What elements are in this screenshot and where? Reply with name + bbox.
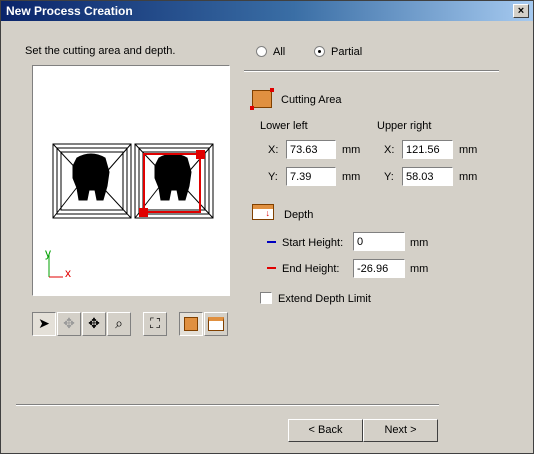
dialog-window: New Process Creation × Set the cutting a… — [0, 0, 534, 454]
fit-view-button[interactable]: ⛶ — [143, 312, 167, 336]
next-button[interactable]: Next > — [363, 419, 438, 442]
cutting-area-tool-button[interactable] — [179, 312, 203, 336]
mode-separator — [244, 70, 499, 72]
back-button[interactable]: < Back — [288, 419, 363, 442]
partial-radio-label: Partial — [331, 46, 363, 58]
cutting-area-icon — [250, 88, 274, 110]
title-bar: New Process Creation × — [1, 1, 533, 21]
select-tool-button[interactable]: ➤ — [32, 312, 56, 336]
instruction-text: Set the cutting area and depth. — [25, 45, 176, 57]
upper-right-y-label: Y: — [384, 171, 394, 183]
preview-canvas[interactable]: y x — [32, 65, 230, 296]
all-radio[interactable] — [256, 46, 267, 57]
depth-icon: ↓ — [252, 204, 274, 220]
footer-separator — [16, 404, 439, 406]
left-part — [52, 143, 132, 219]
lower-left-y-unit: mm — [342, 171, 361, 183]
lower-left-heading: Lower left — [260, 120, 308, 132]
lower-left-x-label: X: — [268, 144, 279, 156]
lower-left-y-input[interactable] — [286, 167, 336, 186]
lower-left-x-input[interactable] — [286, 140, 336, 159]
upper-right-x-label: X: — [384, 144, 395, 156]
upper-right-y-unit: mm — [459, 171, 478, 183]
window-title: New Process Creation — [6, 4, 133, 18]
start-height-input[interactable] — [353, 232, 405, 251]
end-height-unit: mm — [410, 263, 429, 275]
partial-radio[interactable] — [314, 46, 325, 57]
depth-tool-button[interactable] — [204, 312, 228, 336]
upper-right-heading: Upper right — [377, 120, 432, 132]
lower-left-x-unit: mm — [342, 144, 361, 156]
pan-tool-button[interactable]: ✥ — [57, 312, 81, 336]
move-tool-button[interactable]: ✥ — [82, 312, 106, 336]
lower-left-y-label: Y: — [268, 171, 278, 183]
select-arrow-icon: ➤ — [38, 315, 50, 331]
start-height-unit: mm — [410, 237, 429, 249]
radio-selected-dot — [318, 50, 321, 53]
x-axis-label: x — [65, 266, 71, 280]
upper-right-handle — [196, 150, 205, 159]
end-height-label: End Height: — [282, 263, 340, 275]
move-icon: ✥ — [88, 315, 100, 331]
extend-depth-limit-checkbox[interactable] — [260, 292, 272, 304]
y-axis-label: y — [45, 246, 51, 260]
preview-drawing: y x — [45, 143, 214, 280]
depth-tool-icon — [208, 317, 224, 331]
extend-depth-limit-label: Extend Depth Limit — [278, 293, 371, 305]
pan-disabled-icon: ✥ — [63, 315, 75, 331]
lower-left-handle — [139, 208, 148, 217]
fit-icon: ⛶ — [150, 315, 160, 331]
end-height-input[interactable] — [353, 259, 405, 278]
upper-right-x-unit: mm — [459, 144, 478, 156]
cutting-area-label: Cutting Area — [281, 94, 342, 106]
start-height-label: Start Height: — [282, 237, 344, 249]
zoom-icon: ⌕ — [115, 315, 123, 331]
all-radio-label: All — [273, 46, 286, 58]
start-height-line-icon — [267, 241, 276, 243]
upper-right-x-input[interactable] — [402, 140, 453, 159]
depth-label: Depth — [284, 209, 314, 221]
zoom-tool-button[interactable]: ⌕ — [107, 312, 131, 336]
cutting-area-tool-icon — [184, 317, 198, 331]
upper-right-y-input[interactable] — [402, 167, 453, 186]
close-button[interactable]: × — [513, 4, 529, 18]
end-height-line-icon — [267, 267, 276, 269]
